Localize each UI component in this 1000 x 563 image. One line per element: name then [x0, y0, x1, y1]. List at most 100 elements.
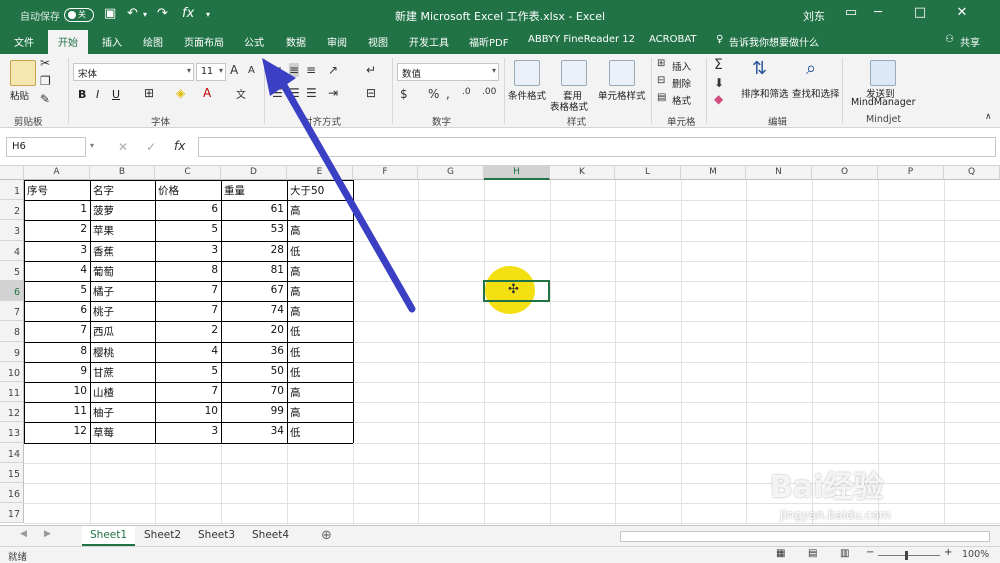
row-header-15[interactable]: 15	[0, 462, 24, 483]
column-header-k[interactable]: K	[550, 166, 615, 180]
table-cell[interactable]: 橘子	[90, 284, 155, 299]
format-painter-icon[interactable]: ✎	[40, 92, 50, 106]
table-cell[interactable]: 高	[287, 284, 353, 299]
table-cell[interactable]: 8	[24, 345, 90, 357]
zoom-slider-thumb[interactable]	[905, 551, 908, 560]
insert-cells-button[interactable]: 插入	[672, 59, 691, 73]
accounting-icon[interactable]: $	[400, 87, 408, 101]
table-cell[interactable]: 4	[155, 345, 221, 357]
column-header-l[interactable]: L	[615, 166, 681, 180]
align-left-icon[interactable]: ☰	[272, 86, 283, 100]
table-cell[interactable]: 20	[221, 324, 287, 336]
table-cell[interactable]: 53	[221, 223, 287, 235]
table-cell[interactable]: 7	[155, 385, 221, 397]
mindmanager-icon[interactable]	[870, 60, 896, 86]
table-header-cell[interactable]: 序号	[24, 183, 90, 198]
tab-draw[interactable]: 绘图	[143, 34, 163, 49]
table-cell[interactable]: 36	[221, 345, 287, 357]
enter-icon[interactable]: ✓	[146, 140, 156, 154]
insert-function-icon[interactable]: fx	[182, 6, 194, 21]
column-header-e[interactable]: E	[287, 166, 353, 180]
sheet-tab-2[interactable]: Sheet2	[136, 526, 189, 546]
comma-icon[interactable]: ,	[446, 87, 450, 101]
table-cell[interactable]: 高	[287, 304, 353, 319]
table-cell[interactable]: 高	[287, 385, 353, 400]
column-header-a[interactable]: A	[24, 166, 90, 180]
table-cell[interactable]: 7	[24, 324, 90, 336]
table-header-cell[interactable]: 大于50	[287, 183, 353, 198]
column-header-c[interactable]: C	[155, 166, 221, 180]
next-sheet-icon[interactable]: ▶	[44, 529, 51, 539]
insert-function-icon[interactable]: fx	[174, 139, 185, 153]
phonetic-icon[interactable]: 文	[236, 86, 246, 101]
column-header-h[interactable]: H	[484, 166, 550, 180]
table-cell[interactable]: 低	[287, 244, 353, 259]
table-cell[interactable]: 高	[287, 405, 353, 420]
copy-icon[interactable]: ❐	[40, 74, 51, 88]
paste-button[interactable]: 粘贴	[10, 88, 29, 102]
indent-icon[interactable]: ⇥	[328, 86, 338, 100]
zoom-out-icon[interactable]: −	[866, 547, 874, 558]
sort-filter-button[interactable]: 排序和筛选	[741, 86, 789, 100]
row-header-7[interactable]: 7	[0, 301, 24, 322]
page-break-view-icon[interactable]: ▥	[840, 548, 849, 559]
column-header-f[interactable]: F	[353, 166, 418, 180]
send-to-mindmanager-line2[interactable]: MindManager	[851, 97, 916, 108]
table-cell[interactable]: 11	[24, 405, 90, 417]
align-bottom-icon[interactable]: ≡	[306, 63, 316, 77]
table-cell[interactable]: 61	[221, 203, 287, 215]
merge-center-icon[interactable]: ⊟	[366, 86, 376, 100]
sheet-tab-3[interactable]: Sheet3	[190, 526, 243, 546]
tab-view[interactable]: 视图	[368, 34, 388, 49]
table-cell[interactable]: 7	[155, 284, 221, 296]
row-header-9[interactable]: 9	[0, 341, 24, 362]
row-header-12[interactable]: 12	[0, 402, 24, 423]
column-header-p[interactable]: P	[878, 166, 944, 180]
align-right-icon[interactable]: ☰	[306, 86, 317, 100]
table-cell[interactable]: 28	[221, 244, 287, 256]
orientation-icon[interactable]: ↗	[328, 63, 338, 77]
table-cell[interactable]: 草莓	[90, 425, 155, 440]
zoom-level[interactable]: 100%	[962, 549, 989, 560]
table-cell[interactable]: 2	[24, 223, 90, 235]
tab-data[interactable]: 数据	[286, 34, 306, 49]
share-button[interactable]: 共享	[960, 34, 980, 49]
fill-icon[interactable]: ⬇	[714, 76, 724, 90]
align-top-icon[interactable]: ≡	[272, 63, 282, 77]
zoom-in-icon[interactable]: +	[944, 547, 952, 558]
underline-button[interactable]: U	[112, 88, 120, 101]
format-as-table-icon[interactable]	[561, 60, 587, 86]
conditional-format-icon[interactable]	[514, 60, 540, 86]
table-cell[interactable]: 3	[155, 425, 221, 437]
fill-color-icon[interactable]: ◈	[176, 86, 185, 100]
tab-abbyy[interactable]: ABBYY FineReader 12	[528, 34, 635, 45]
clear-icon[interactable]: ◆	[714, 92, 723, 106]
column-header-q[interactable]: Q	[944, 166, 1000, 180]
table-cell[interactable]: 7	[155, 304, 221, 316]
name-box[interactable]: H6	[6, 137, 86, 157]
prev-sheet-icon[interactable]: ◀	[20, 529, 27, 539]
table-cell[interactable]: 6	[24, 304, 90, 316]
tell-me-search[interactable]: 告诉我你想要做什么	[729, 34, 819, 49]
wrap-text-icon[interactable]: ↵	[366, 63, 376, 77]
maximize-icon[interactable]: □	[910, 5, 930, 20]
tab-formulas[interactable]: 公式	[244, 34, 264, 49]
tell-me-icon[interactable]: ♀	[716, 34, 723, 45]
row-header-13[interactable]: 13	[0, 422, 24, 443]
find-select-icon[interactable]: ⌕	[806, 58, 816, 79]
table-cell[interactable]: 低	[287, 345, 353, 360]
table-cell[interactable]: 樱桃	[90, 345, 155, 360]
close-icon[interactable]: ✕	[952, 5, 972, 20]
table-cell[interactable]: 10	[24, 385, 90, 397]
save-icon[interactable]: ▣	[104, 6, 116, 21]
tab-review[interactable]: 审阅	[327, 34, 347, 49]
page-layout-view-icon[interactable]: ▤	[808, 548, 817, 559]
table-cell[interactable]: 3	[24, 244, 90, 256]
row-header-4[interactable]: 4	[0, 240, 24, 261]
table-header-cell[interactable]: 名字	[90, 183, 155, 198]
table-header-cell[interactable]: 价格	[155, 183, 221, 198]
table-cell[interactable]: 柚子	[90, 405, 155, 420]
select-all-corner[interactable]	[0, 166, 24, 180]
tab-foxit-pdf[interactable]: 福昕PDF	[469, 34, 508, 49]
column-header-o[interactable]: O	[812, 166, 878, 180]
